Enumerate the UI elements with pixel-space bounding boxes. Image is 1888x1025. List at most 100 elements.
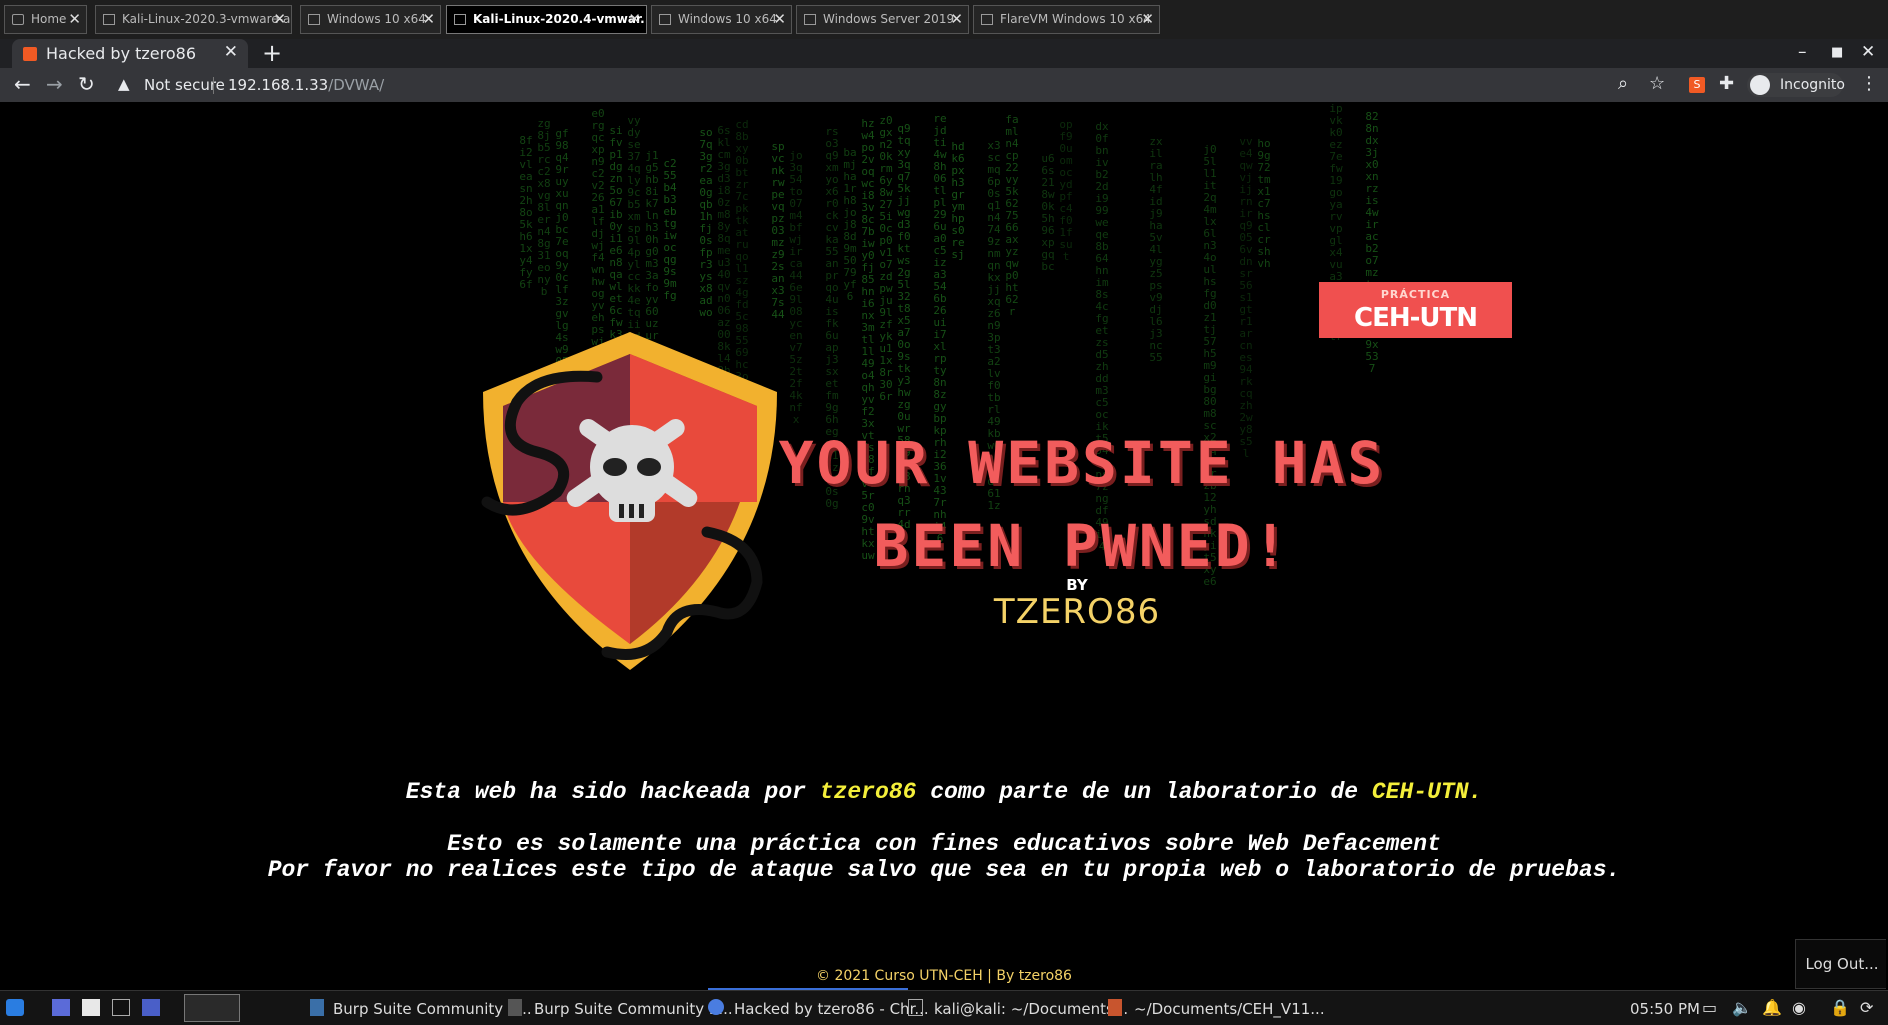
file-manager-icon[interactable] [82, 999, 100, 1016]
terminal-icon[interactable] [112, 999, 130, 1016]
os-taskbar: Burp Suite Community E... Burp Suite Com… [0, 990, 1888, 1025]
message-line-3: Por favor no realices este tipo de ataqu… [267, 857, 1621, 883]
burp-icon [508, 999, 522, 1016]
logout-button[interactable]: Log Out... [1795, 939, 1886, 989]
matrix-rain-column: zg8jb5rcc2x8vg8lern48g31eonyb [537, 117, 551, 298]
menu-icon[interactable]: ⋮ [1860, 73, 1878, 94]
browser-toolbar: ← → ↻ ▲ Not secure 192.168.1.33/DVWA/ ⌕ … [0, 68, 1888, 102]
matrix-rain-column: vve4qwvjijrnirq9056vdnsr56s1gtr1arcnes94… [1239, 135, 1253, 460]
favicon-icon [23, 47, 37, 61]
matrix-rain-column: zxilralh4fidj9ha5v4lygz5psv9djl6j3nc55 [1149, 135, 1163, 364]
volume-icon[interactable]: 🔈 [1732, 998, 1752, 1017]
home-icon [12, 14, 24, 25]
practice-badge: PRÁCTICA CEH-UTN [1319, 282, 1512, 338]
vm-tab-label: Windows 10 x64 [678, 12, 777, 26]
taskbar-item[interactable]: kali@kali: ~/Documents... [934, 1000, 1128, 1018]
browser-tab-title: Hacked by tzero86 [46, 44, 197, 63]
close-icon[interactable]: ✕ [422, 6, 435, 33]
editor-icon [1108, 999, 1122, 1016]
vm-tab-kali-2020-4[interactable]: Kali-Linux-2020.4-vmwar... ✕ [446, 5, 647, 34]
incognito-label: Incognito [1780, 77, 1845, 93]
vm-tab-label: Kali-Linux-2020.3-vmware-am... [122, 12, 291, 26]
vm-tab-label: Windows 10 x64 [327, 12, 426, 26]
network-icon[interactable]: ◉ [1792, 998, 1806, 1017]
chrome-icon [708, 999, 724, 1015]
close-icon[interactable]: ✕ [628, 6, 641, 33]
vm-tab-flarevm[interactable]: FlareVM Windows 10 x64 ✕ [973, 5, 1160, 34]
clock[interactable]: 05:50 PM [1630, 1000, 1700, 1018]
matrix-rain-column: z0gxn20krm6y8w275i0cp0v1o7zdpwju9lzfyku1… [879, 114, 893, 403]
close-window-icon[interactable]: ✕ [1861, 42, 1875, 62]
vm-tab-label: Kali-Linux-2020.4-vmwar... [473, 12, 647, 26]
badge-big-text: CEH-UTN [1354, 303, 1478, 333]
close-icon[interactable]: ✕ [950, 6, 963, 33]
matrix-rain-column: ho9g72tmx1c7hsclcrshvh [1257, 137, 1271, 270]
star-icon[interactable]: ☆ [1649, 73, 1665, 94]
browser-tab[interactable]: Hacked by tzero86 ✕ [12, 39, 248, 68]
vm-tab-strip: Home ✕ Kali-Linux-2020.3-vmware-am... ✕ … [0, 0, 1888, 40]
minimize-icon[interactable]: – [1798, 42, 1807, 62]
vm-icon [454, 14, 466, 25]
close-icon[interactable]: ✕ [1141, 6, 1154, 33]
vm-tab-home[interactable]: Home ✕ [4, 5, 87, 34]
matrix-rain-column: jo3q54to07m4bfwjirca446e9l08ycenv75z2t2f… [789, 149, 803, 426]
message-line-2: Esto es solamente una práctica con fines… [447, 831, 1441, 857]
new-tab-icon[interactable]: + [262, 39, 282, 67]
vm-tab-kali-2020-3[interactable]: Kali-Linux-2020.3-vmware-am... ✕ [95, 5, 292, 34]
matrix-rain-column: so7q3gr2ea0gqb1hfj0sfpr3ysx8adwo [699, 126, 713, 319]
incognito-indicator[interactable]: Incognito [1747, 73, 1845, 97]
warning-icon[interactable]: ▲ [118, 75, 130, 93]
display-icon[interactable]: ▭ [1702, 998, 1717, 1017]
browser-launcher-icon[interactable] [142, 999, 160, 1016]
incognito-icon [1750, 75, 1770, 95]
vm-tab-label: FlareVM Windows 10 x64 [1000, 12, 1151, 26]
vm-tab-label: Home [31, 12, 67, 26]
show-desktop-icon[interactable] [52, 999, 70, 1016]
matrix-rain-column: famln4cp22vy5k627566axyzqwp0ht62r [1005, 113, 1019, 318]
badge-small-text: PRÁCTICA [1380, 288, 1451, 301]
taskbar-item[interactable]: Hacked by tzero86 - Chr... [734, 1000, 929, 1018]
terminal-icon [908, 999, 923, 1016]
kali-menu-icon[interactable] [6, 999, 24, 1016]
vm-tab-label: Windows Server 2019 [823, 12, 955, 26]
taskbar-item[interactable]: Burp Suite Community E... [534, 1000, 733, 1018]
lock-icon[interactable]: 🔒 [1830, 998, 1850, 1017]
close-icon[interactable]: ✕ [273, 6, 286, 33]
close-tab-icon[interactable]: ✕ [224, 42, 238, 62]
logout-icon[interactable]: ⟳ [1860, 998, 1873, 1017]
vm-tab-winserver-2019[interactable]: Windows Server 2019 ✕ [796, 5, 969, 34]
matrix-rain-column: bamjha1rh8joj88d9m5079yf6 [843, 146, 857, 303]
forward-icon[interactable]: → [46, 72, 63, 96]
vm-icon [659, 14, 671, 25]
workspace-icon[interactable] [184, 994, 240, 1022]
maximize-icon[interactable]: ■ [1831, 45, 1843, 60]
taskbar-item[interactable]: Burp Suite Community E... [333, 1000, 532, 1018]
extensions-puzzle-icon[interactable]: ✚ [1719, 73, 1734, 94]
back-icon[interactable]: ← [14, 72, 31, 96]
url-host: 192.168.1.33 [228, 76, 329, 94]
matrix-rain-column: u66s218w0k5h96xpgqbc [1041, 152, 1055, 273]
vm-tab-windows10-b[interactable]: Windows 10 x64 ✕ [651, 5, 792, 34]
vm-icon [308, 14, 320, 25]
reload-icon[interactable]: ↻ [78, 72, 95, 96]
zoom-icon[interactable]: ⌕ [1618, 73, 1628, 94]
matrix-rain-column: opf90uomocydpfc4f01fsut [1059, 118, 1073, 263]
close-icon[interactable]: ✕ [68, 6, 81, 33]
close-icon[interactable]: ✕ [773, 6, 786, 33]
author-name: TZERO86 [993, 592, 1161, 632]
page-content: 8fi2vleasn2h8o5kh61xy4fy6f zg8jb5rcc2x8vg… [2, 102, 1886, 990]
headline: YOUR WEBSITE HAS BEEN PWNED! [762, 422, 1402, 588]
matrix-rain-column: c255b4b3ebtgiwocqg9s9mfg [663, 157, 677, 302]
message-line-1: Esta web ha sido hackeada por tzero86 co… [2, 779, 1886, 805]
vm-tab-windows10-a[interactable]: Windows 10 x64 ✕ [300, 5, 441, 34]
headline-line-1: YOUR WEBSITE HAS [778, 429, 1386, 497]
taskbar-item[interactable]: ~/Documents/CEH_V11... [1134, 1000, 1325, 1018]
vm-icon [981, 14, 993, 25]
message-highlight: tzero86 [819, 779, 917, 805]
divider [213, 77, 214, 94]
notification-icon[interactable]: 🔔 [1762, 998, 1782, 1017]
matrix-rain-column: hdk6pxh3grymhps0resj [951, 140, 965, 261]
address-bar[interactable]: 192.168.1.33/DVWA/ [228, 76, 384, 94]
extension-icon[interactable]: S [1689, 77, 1705, 93]
burp-icon [310, 999, 324, 1016]
